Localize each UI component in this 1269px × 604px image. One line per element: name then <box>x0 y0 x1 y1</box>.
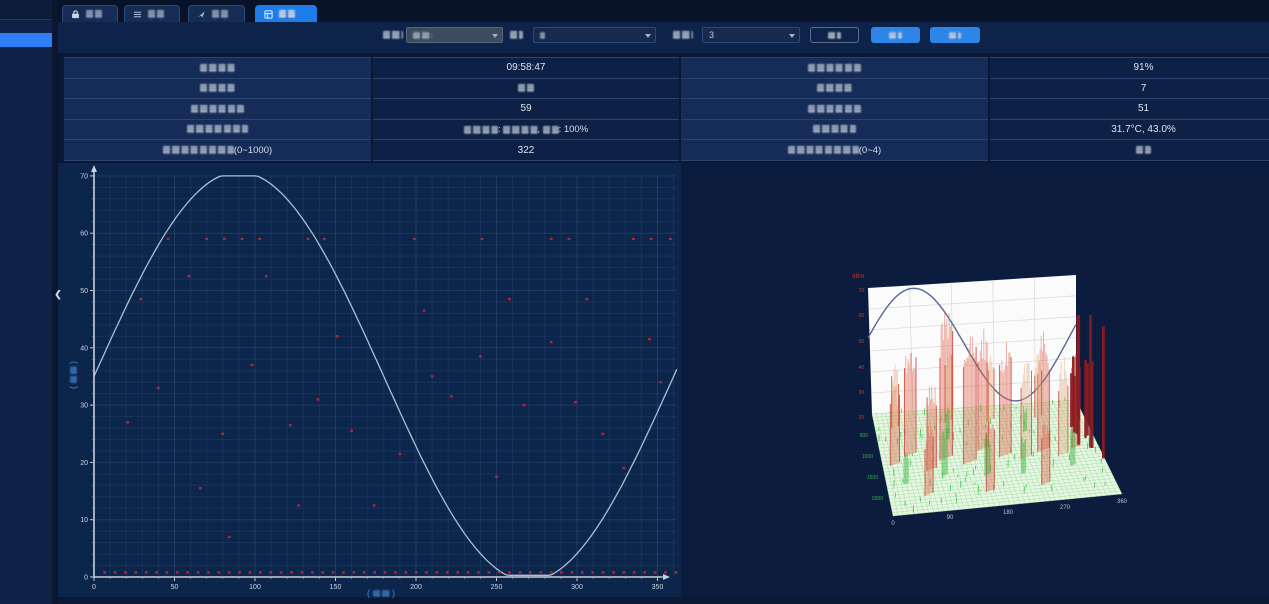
svg-text:20: 20 <box>858 415 864 421</box>
svg-text:40: 40 <box>80 345 88 352</box>
svg-text:0: 0 <box>92 584 96 591</box>
svg-text:300: 300 <box>571 584 583 591</box>
svg-text:10: 10 <box>80 517 88 524</box>
svg-text:2000: 2000 <box>872 496 883 502</box>
svg-text:1000: 1000 <box>862 454 873 460</box>
svg-text:180: 180 <box>1003 510 1014 516</box>
svg-text:0: 0 <box>891 521 895 527</box>
svg-text:70: 70 <box>858 288 864 294</box>
svg-text:50: 50 <box>858 339 864 345</box>
svg-text:50: 50 <box>80 288 88 295</box>
svg-text:100: 100 <box>249 584 261 591</box>
svg-text:30: 30 <box>858 390 864 396</box>
svg-text:360: 360 <box>1117 499 1128 505</box>
svg-text:60: 60 <box>80 231 88 238</box>
svg-text:350: 350 <box>652 584 664 591</box>
svg-text:270: 270 <box>1060 505 1071 511</box>
svg-text:150: 150 <box>330 584 342 591</box>
svg-text:0: 0 <box>84 575 88 582</box>
svg-text:dBm: dBm <box>852 274 864 280</box>
svg-text:1500: 1500 <box>867 475 878 481</box>
svg-text:90: 90 <box>947 515 954 521</box>
svg-text:50: 50 <box>171 584 179 591</box>
svg-text:60: 60 <box>858 313 864 319</box>
svg-text:70: 70 <box>80 173 88 180</box>
svg-text:200: 200 <box>410 584 422 591</box>
svg-text:20: 20 <box>80 460 88 467</box>
svg-text:500: 500 <box>860 433 869 439</box>
svg-text:40: 40 <box>858 365 864 371</box>
svg-text:250: 250 <box>491 584 503 591</box>
svg-text:30: 30 <box>80 403 88 410</box>
